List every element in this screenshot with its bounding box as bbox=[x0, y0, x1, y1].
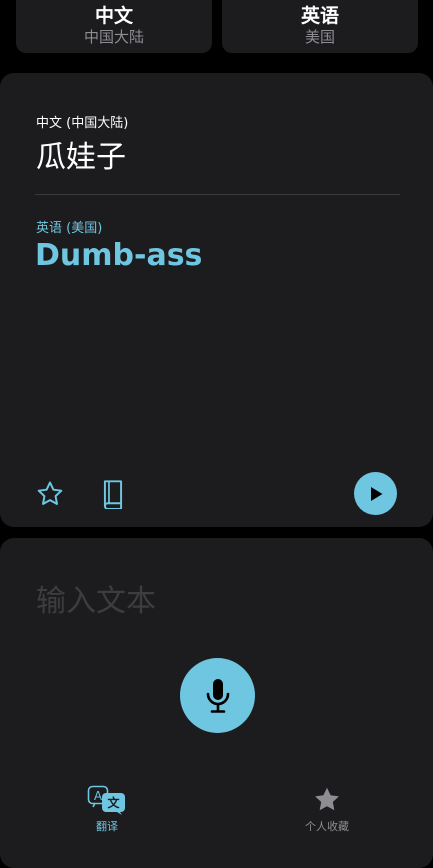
play-button[interactable] bbox=[354, 472, 397, 515]
translated-text: Dumb-ass bbox=[35, 238, 203, 273]
tab-favorites[interactable]: 个人收藏 bbox=[272, 785, 382, 834]
microphone-icon bbox=[206, 678, 229, 713]
tab-favorites-label: 个人收藏 bbox=[305, 820, 349, 833]
star-outline-icon[interactable] bbox=[34, 478, 66, 510]
source-language-button[interactable]: 中文 中国大陆 bbox=[16, 0, 212, 53]
target-language-button[interactable]: 英语 美国 bbox=[222, 0, 418, 53]
svg-text:A: A bbox=[94, 789, 103, 803]
source-language-name: 中文 bbox=[94, 4, 133, 27]
divider bbox=[35, 194, 400, 195]
source-language-region: 中国大陆 bbox=[83, 27, 144, 46]
tab-translate[interactable]: A 文 翻译 bbox=[52, 785, 162, 834]
star-filled-icon bbox=[315, 787, 339, 811]
tab-translate-label: 翻译 bbox=[96, 820, 118, 833]
target-language-label: 英语 (美国) bbox=[36, 221, 103, 236]
target-language-region: 美国 bbox=[304, 27, 335, 46]
target-language-name: 英语 bbox=[300, 4, 339, 27]
translate-icon: A 文 bbox=[87, 785, 125, 815]
book-icon[interactable] bbox=[98, 478, 128, 510]
svg-text:文: 文 bbox=[107, 795, 120, 810]
microphone-button[interactable] bbox=[180, 658, 255, 733]
source-text: 瓜娃子 bbox=[36, 140, 126, 175]
source-language-label: 中文 (中国大陆) bbox=[36, 116, 129, 131]
text-input[interactable]: 输入文本 bbox=[36, 576, 156, 620]
play-icon bbox=[370, 486, 382, 501]
